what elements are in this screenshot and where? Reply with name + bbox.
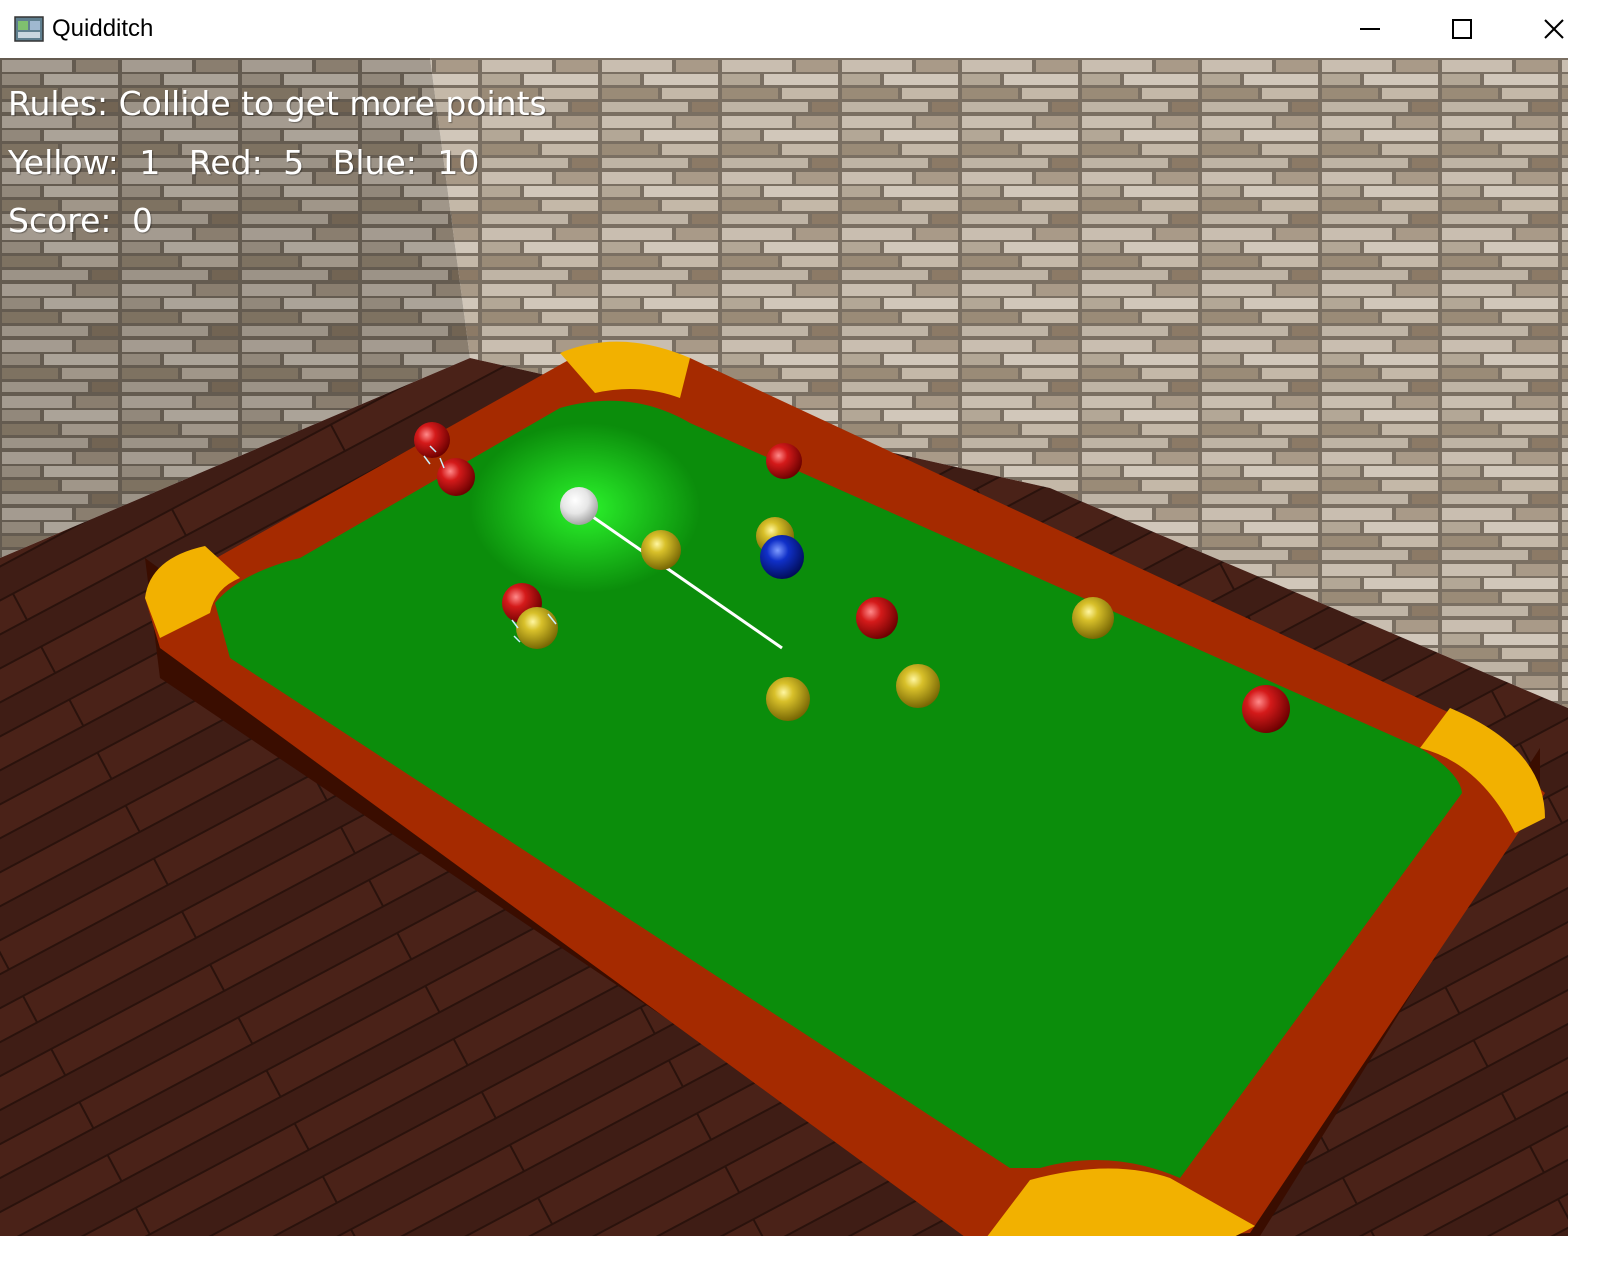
points-legend: Yellow: 1 Red: 5 Blue: 10 (8, 143, 479, 182)
yellow-ball (766, 677, 810, 721)
red-points-value: 5 (283, 143, 305, 182)
game-viewport[interactable]: Rules: Collide to get more points Yellow… (0, 58, 1568, 1236)
red-ball (1242, 685, 1290, 733)
score-display: Score: 0 (8, 201, 153, 240)
maximize-button[interactable] (1416, 0, 1508, 58)
red-ball (766, 443, 802, 479)
rules-label: Rules: Collide to get more points (8, 84, 547, 123)
red-ball (414, 422, 450, 458)
game-window: Quidditch Rules: Collide to get more poi… (0, 0, 1600, 1262)
blue-points-value: 10 (437, 143, 480, 182)
red-ball (856, 597, 898, 639)
scene-render (0, 58, 1568, 1236)
close-icon (1544, 19, 1564, 39)
score-value: 0 (132, 201, 154, 240)
title-bar[interactable]: Quidditch (0, 0, 1600, 58)
red-points-label: Red: (188, 143, 263, 182)
yellow-ball (516, 607, 558, 649)
yellow-ball (1072, 597, 1114, 639)
blue-ball (760, 535, 804, 579)
minimize-button[interactable] (1324, 0, 1416, 58)
close-button[interactable] (1508, 0, 1600, 58)
yellow-ball (641, 530, 681, 570)
rules-text: Rules: Collide to get more points (8, 84, 547, 123)
yellow-points-label: Yellow: (8, 143, 119, 182)
blue-points-label: Blue: (332, 143, 417, 182)
window-border-bottom (0, 1236, 1600, 1262)
window-title: Quidditch (52, 15, 154, 42)
cue-ball (560, 487, 598, 525)
window-controls (1324, 0, 1600, 58)
yellow-ball (896, 664, 940, 708)
window-border-right (1568, 58, 1600, 1262)
maximize-icon (1452, 19, 1472, 39)
yellow-points-value: 1 (139, 143, 161, 182)
score-label: Score: (8, 201, 112, 240)
app-window-icon (14, 16, 44, 42)
minimize-icon (1360, 28, 1380, 30)
